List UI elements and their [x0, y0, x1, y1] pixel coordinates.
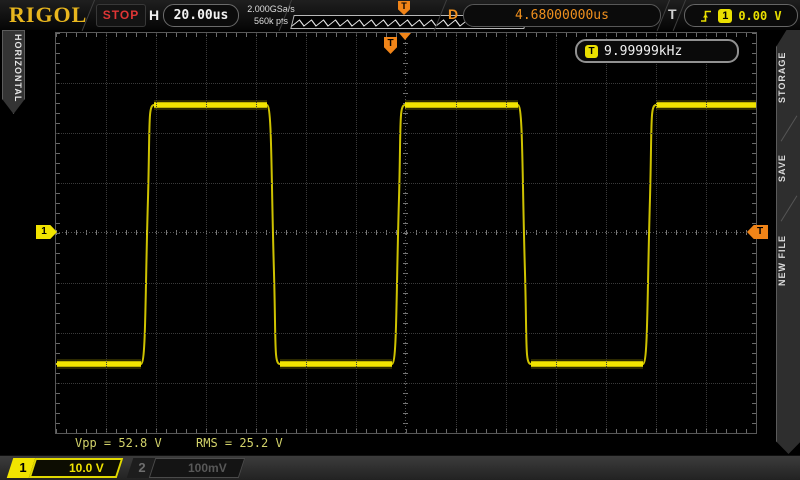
sample-rate: 2.000GSa/s [247, 4, 295, 14]
trigger-source-badge: 1 [718, 8, 733, 23]
dc-coupling-icon [49, 464, 63, 473]
channel2-settings[interactable]: 100mV [148, 458, 246, 478]
timebase-field[interactable]: 20.00us [163, 4, 239, 27]
gridline-vertical [556, 33, 557, 433]
menu-item-save[interactable]: SAVE [777, 140, 800, 196]
gridline-horizontal [56, 283, 756, 284]
measurement-rms: RMS = 25.2 V [196, 436, 283, 450]
top-status-bar: RIGOL STOP H 20.00us 2.000GSa/s 560k pts… [0, 0, 800, 31]
frequency-counter: T 9.99999kHz [575, 39, 739, 63]
trigger-level-value: 0.00 V [738, 8, 782, 23]
channel1-waveform [56, 100, 756, 369]
gridline-vertical [256, 33, 257, 433]
delay-label: D [448, 6, 459, 22]
gridline-horizontal [56, 383, 756, 384]
gridline-vertical [506, 33, 507, 433]
gridline-vertical [706, 33, 707, 433]
frequency-counter-trigger-badge: T [585, 44, 598, 58]
gridline-horizontal [56, 333, 756, 334]
run-status-indicator[interactable]: STOP [96, 4, 146, 27]
gridline-vertical [106, 33, 107, 433]
gridline-vertical [606, 33, 607, 433]
gridline-horizontal [56, 133, 756, 134]
tab-horizontal-label: HORIZONTAL [13, 34, 23, 103]
oscilloscope-screen: RIGOL STOP H 20.00us 2.000GSa/s 560k pts… [0, 0, 800, 480]
measurement-vpp: Vpp = 52.8 V [75, 436, 162, 450]
channel-status-bar: 1 10.0 V 2 100mV 11:48 [0, 455, 800, 480]
channel1-level-marker[interactable]: 1 [36, 225, 57, 239]
trigger-position-icon[interactable]: T [398, 1, 410, 15]
rising-edge-icon [701, 10, 712, 22]
gridline-vertical [456, 33, 457, 433]
delay-field[interactable]: 4.68000000us [463, 4, 661, 27]
gridline-vertical [356, 33, 357, 433]
menu-title-storage[interactable]: STORAGE [777, 35, 800, 119]
channel1-scale: 10.0 V [68, 461, 104, 475]
gridline-vertical [306, 33, 307, 433]
gridline-horizontal [56, 83, 756, 84]
gridline-vertical [656, 33, 657, 433]
menu-separator [780, 195, 798, 222]
channel1-settings[interactable]: 10.0 V [28, 458, 124, 478]
gridline-vertical [206, 33, 207, 433]
menu-item-new-file[interactable]: NEW FILE [777, 222, 800, 300]
frequency-counter-value: 9.99999kHz [604, 43, 683, 59]
graticule [55, 32, 757, 434]
channel2-scale: 100mV [187, 461, 227, 475]
dc-coupling-icon [168, 464, 182, 473]
trigger-settings-field[interactable]: 1 0.00 V [684, 4, 798, 27]
trigger-label: T [668, 6, 677, 22]
menu-separator [780, 115, 798, 142]
storage-menu: STORAGE SAVE NEW FILE [776, 30, 800, 454]
gridline-horizontal [56, 183, 756, 184]
horizontal-label: H [149, 7, 160, 23]
gridline-vertical [156, 33, 157, 433]
brand-logo: RIGOL [9, 2, 88, 27]
tab-horizontal[interactable]: HORIZONTAL [2, 30, 25, 114]
